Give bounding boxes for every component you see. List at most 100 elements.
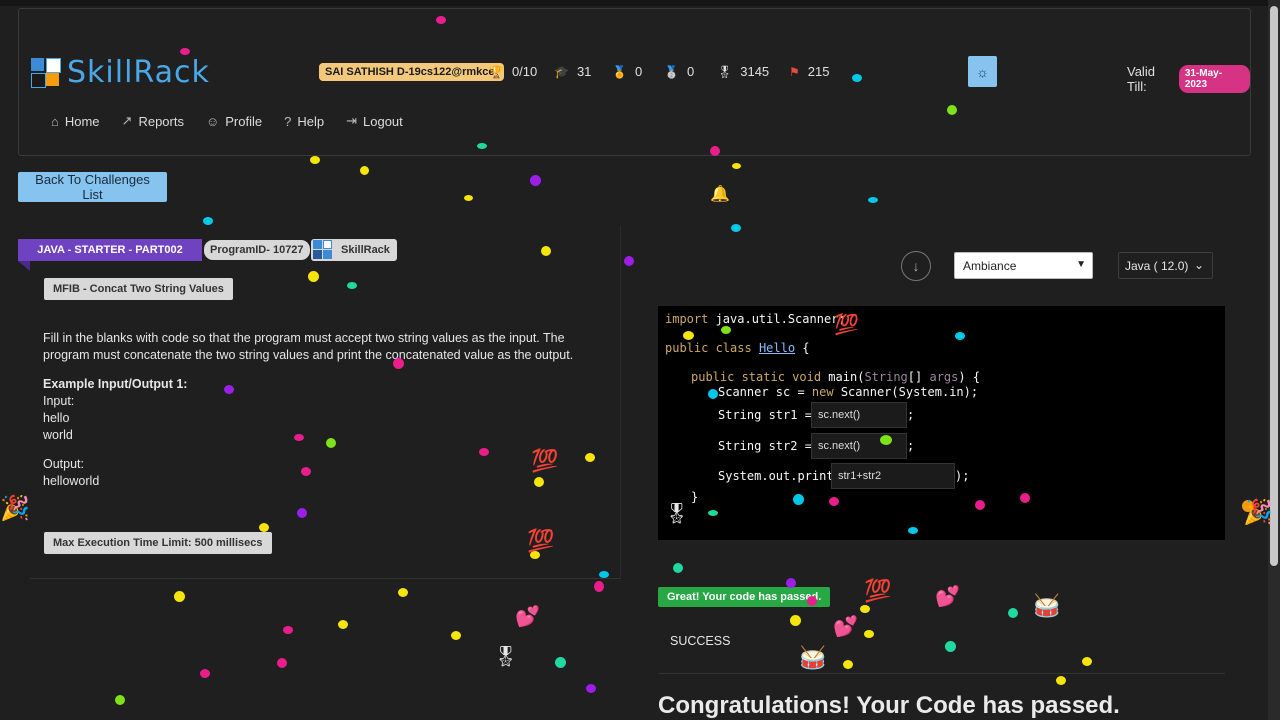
bronze-medal-icon: 🎖: [717, 64, 733, 79]
max-exec-badge: Max Execution Time Limit: 500 millisecs: [44, 532, 272, 554]
code-line: String str2 =: [718, 439, 812, 453]
nav-logout[interactable]: ⇥ Logout: [346, 113, 403, 129]
confetti-piece: [174, 591, 185, 602]
nav-label: Profile: [225, 113, 263, 129]
back-to-challenges-button[interactable]: Back To Challenges List: [18, 172, 167, 202]
editor-theme-select[interactable]: Ambiance ▼: [954, 252, 1093, 279]
confetti-piece: [203, 217, 213, 225]
confetti-piece: [1008, 608, 1018, 618]
blank-input-2[interactable]: sc.next(): [811, 433, 907, 459]
confetti-piece: [807, 596, 817, 606]
confetti-piece: [294, 434, 304, 441]
code-line: public class Hello {: [665, 341, 810, 355]
valid-till: Valid Till: 31-May-2023: [1127, 64, 1250, 94]
confetti-piece: [793, 494, 804, 505]
hundred-emoji-icon: 💯: [864, 578, 892, 603]
nav-profile[interactable]: ☺ Profile: [206, 113, 262, 129]
result-status: SUCCESS: [670, 634, 731, 648]
confetti-piece: [829, 497, 839, 506]
skillrack-mini-icon: [313, 240, 333, 260]
stat-bronze-medal: 🎖 3145: [717, 64, 769, 79]
scroll-down-button[interactable]: ↓: [901, 251, 931, 281]
stat-value: 215: [807, 64, 830, 79]
code-line: ;: [907, 439, 915, 453]
drum-emoji-icon: 🥁: [1033, 593, 1061, 618]
passed-badge: Great! Your code has passed.: [658, 587, 831, 607]
stat-value: 0: [634, 64, 643, 79]
nav-reports[interactable]: ↗ Reports: [122, 113, 184, 129]
confetti-piece: [200, 669, 210, 678]
confetti-piece: [530, 175, 541, 186]
stat-value: 0: [686, 64, 695, 79]
confetti-piece: [908, 527, 918, 534]
track-tag-tail: [18, 261, 30, 271]
hearts-emoji-icon: 💕: [833, 616, 858, 638]
skillrack-logo[interactable]: SkillRack: [31, 55, 210, 90]
code-token: main: [828, 370, 858, 384]
confetti-piece: [277, 658, 287, 668]
user-badge: SAI SATHISH D-19cs122@rmkcet: [319, 63, 505, 81]
question-icon: ?: [284, 113, 292, 129]
user-icon: ☺: [205, 113, 220, 129]
confetti-piece: [683, 331, 694, 340]
code-line: Scanner sc = new Scanner(System.in);: [718, 385, 979, 399]
stat-value: 0/10: [511, 64, 538, 79]
confetti-piece: [843, 660, 853, 669]
confetti-piece: [732, 163, 741, 169]
output-line: helloworld: [43, 474, 100, 488]
stat-value: 31: [576, 64, 592, 79]
code-line: ;: [907, 408, 915, 422]
challenge-title: MFIB - Concat Two String Values: [44, 278, 233, 300]
hundred-emoji-icon: 💯: [834, 314, 859, 336]
output-label: Output:: [43, 457, 84, 471]
confetti-piece: [534, 477, 544, 487]
confetti-piece: [393, 358, 404, 369]
confetti-piece: [555, 657, 566, 668]
stat-graduation: 🎓 31: [554, 64, 591, 79]
nav-home[interactable]: ⌂ Home: [51, 113, 100, 129]
code-line: System.out.print(: [718, 469, 841, 483]
code-editor[interactable]: import java.util.Scanner; public class H…: [658, 306, 1225, 540]
theme-toggle-button[interactable]: ☼: [968, 56, 997, 87]
blank-input-1[interactable]: sc.next(): [811, 402, 907, 428]
bell-emoji-icon: 🔔: [710, 186, 730, 203]
confetti-piece: [673, 563, 683, 573]
scrollbar-thumb[interactable]: [1270, 6, 1278, 566]
code-token: args: [929, 370, 959, 384]
confetti-piece: [360, 166, 369, 175]
hearts-emoji-icon: 💕: [515, 606, 540, 628]
party-emoji-icon: 🎉: [1243, 499, 1273, 526]
home-icon: ⌂: [51, 113, 59, 129]
nav-help[interactable]: ? Help: [284, 113, 324, 129]
description-text: Fill in the blanks with code so that the…: [43, 331, 574, 362]
confetti-piece: [594, 581, 604, 592]
page-scrollbar[interactable]: [1268, 0, 1280, 720]
select-caret-icon: ▼: [1076, 259, 1086, 270]
confetti-piece: [1056, 676, 1066, 685]
confetti-piece: [436, 16, 446, 24]
nav-label: Help: [297, 113, 325, 129]
valid-date-badge: 31-May-2023: [1178, 65, 1250, 93]
code-token: String: [864, 370, 908, 384]
language-select[interactable]: Java ( 12.0) ⌄: [1118, 252, 1213, 279]
confetti-piece: [301, 467, 311, 476]
graduation-cap-icon: 🎓: [554, 64, 569, 79]
confetti-piece: [708, 510, 718, 516]
hearts-emoji-icon: 💕: [935, 586, 960, 608]
stat-gold-medal: 🏅 0: [612, 64, 642, 79]
code-line: String str1 =: [718, 408, 812, 422]
confetti-piece: [180, 48, 190, 55]
code-line: }: [691, 490, 699, 504]
code-token: void: [792, 370, 822, 384]
medal-emoji-icon: 🎖: [493, 646, 519, 668]
logo-mark-icon: [31, 57, 61, 88]
track-tag: JAVA - STARTER - PART002: [18, 239, 202, 261]
blank-input-3[interactable]: str1+str2: [831, 463, 955, 489]
confetti-piece: [880, 435, 892, 445]
confetti-piece: [451, 631, 461, 640]
confetti-piece: [864, 630, 874, 638]
sun-icon: ☼: [976, 63, 989, 80]
confetti-piece: [338, 620, 348, 629]
chevron-down-icon: ⌄: [1193, 258, 1204, 272]
main-nav: ⌂ Home ↗ Reports ☺ Profile ? Help ⇥ Logout: [51, 113, 403, 129]
